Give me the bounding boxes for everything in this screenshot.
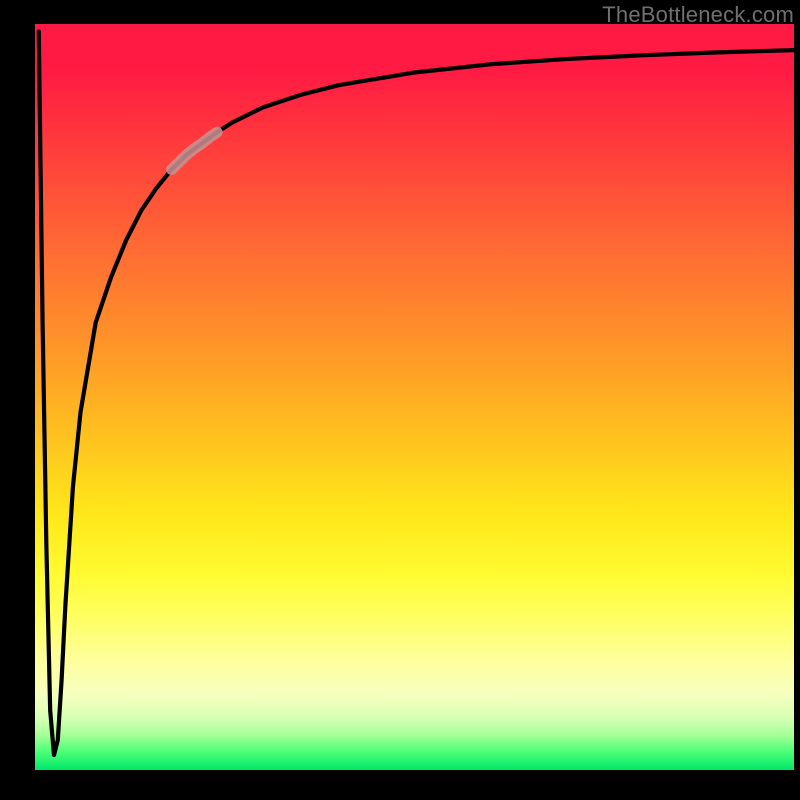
curve-layer	[35, 24, 794, 770]
plot-area	[35, 24, 794, 770]
bottleneck-curve	[39, 31, 794, 755]
highlight-segment	[172, 132, 218, 169]
chart-frame: TheBottleneck.com	[0, 0, 800, 800]
